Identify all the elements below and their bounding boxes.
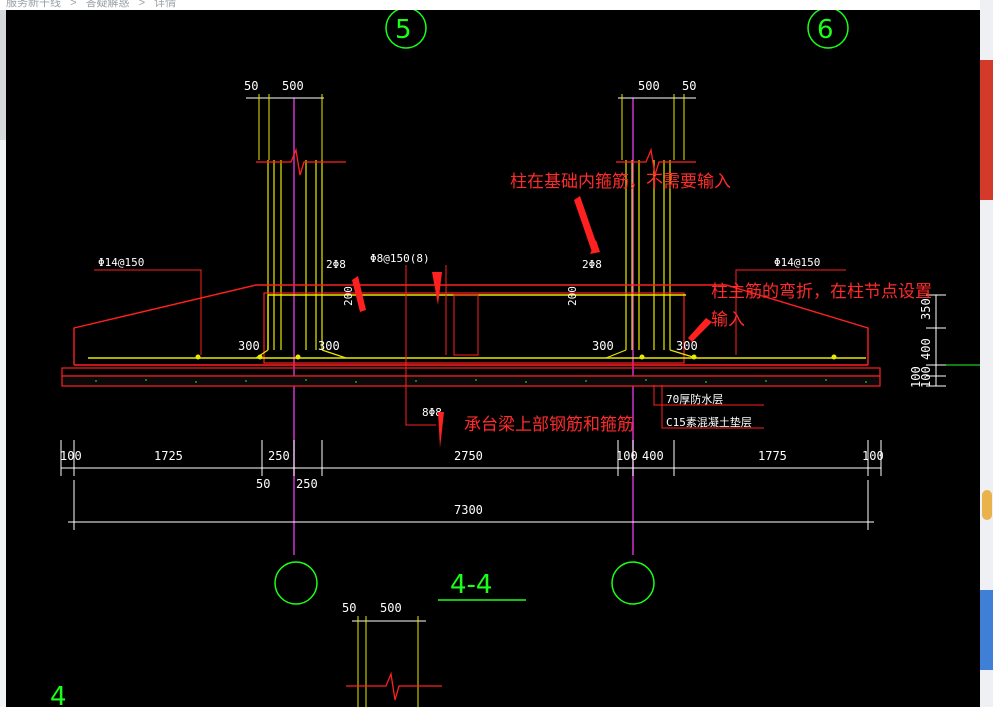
dim-label: 50	[342, 601, 356, 615]
rebar-label: 200	[342, 286, 355, 306]
axis-bubble-bottom-left	[274, 561, 318, 605]
dim-label: 250	[296, 477, 318, 491]
layer-note: C15素混凝土垫层	[666, 415, 752, 429]
dim-label: 1775	[758, 449, 787, 463]
dim-label: 400	[919, 338, 933, 360]
cad-drawing-svg: 5 6 50 500 500 50 Φ14@150 Φ14@150 Φ8@150…	[50, 10, 980, 707]
breadcrumb-item[interactable]: 答疑解惑	[86, 0, 130, 9]
dim-label: 100	[862, 449, 884, 463]
annotation-text: 柱主筋的弯折，在柱节点设置	[711, 282, 932, 301]
dim-label: 500	[282, 79, 304, 93]
annotation-text: 柱在基础内箍筋，不需要输入	[510, 172, 731, 191]
section-title: 4-4	[450, 570, 492, 600]
dim-label: 400	[642, 449, 664, 463]
dim-label: 300	[318, 339, 340, 353]
dim-total-label: 7300	[454, 503, 483, 517]
breadcrumb-item-current: 详情	[154, 0, 177, 9]
side-banner-blue	[980, 590, 993, 670]
dim-label: 100	[616, 449, 638, 463]
rebar-label: Φ8@150(8)	[370, 252, 430, 265]
rebar-label: 2Φ8	[326, 258, 346, 271]
dim-label: 250	[268, 449, 290, 463]
waterproof-layer	[61, 367, 881, 377]
dim-label: 1725	[154, 449, 183, 463]
dim-label: 100	[919, 366, 933, 388]
rebar-label: Φ14@150	[98, 256, 144, 269]
dim-bottom-small	[352, 616, 426, 707]
dim-label: 2750	[454, 449, 483, 463]
dim-top-right	[618, 94, 696, 160]
breadcrumb-separator: >	[70, 0, 77, 9]
side-banner	[980, 60, 993, 200]
axis-label-6: 6	[817, 15, 834, 45]
dim-label: 350	[919, 298, 933, 320]
side-badge	[982, 490, 992, 520]
cad-drawing-image: 5 6 50 500 500 50 Φ14@150 Φ14@150 Φ8@150…	[6, 10, 980, 707]
dim-label: 50	[682, 79, 696, 93]
breadcrumb-separator: >	[138, 0, 146, 9]
column-left	[267, 160, 323, 350]
dim-label: 300	[238, 339, 260, 353]
right-page-edge	[980, 0, 993, 707]
concrete-cushion	[61, 375, 881, 387]
dim-label: 300	[592, 339, 614, 353]
rebar-label: Φ14@150	[774, 256, 820, 269]
axis-label-5: 5	[395, 15, 412, 45]
dim-label: 500	[638, 79, 660, 93]
rebar-label: 2Φ8	[582, 258, 602, 271]
layer-note: 70厚防水层	[666, 392, 723, 406]
annotation-text: 承台梁上部钢筋和箍筋	[464, 415, 634, 434]
dim-label: 300	[676, 339, 698, 353]
rebar-label: 200	[566, 286, 579, 306]
breadcrumb: 服务新干线 > 答疑解惑 > 详情	[0, 0, 986, 10]
dim-label: 100	[60, 449, 82, 463]
annotation-text: 输入	[711, 310, 745, 329]
dim-label: 50	[244, 79, 258, 93]
dim-label: 500	[380, 601, 402, 615]
dim-label: 50	[256, 477, 270, 491]
axis-bubble-bottom-right	[611, 561, 655, 605]
corner-mark: 4	[50, 682, 67, 707]
breadcrumb-item[interactable]: 服务新干线	[6, 0, 61, 9]
dim-top-left	[246, 94, 324, 160]
